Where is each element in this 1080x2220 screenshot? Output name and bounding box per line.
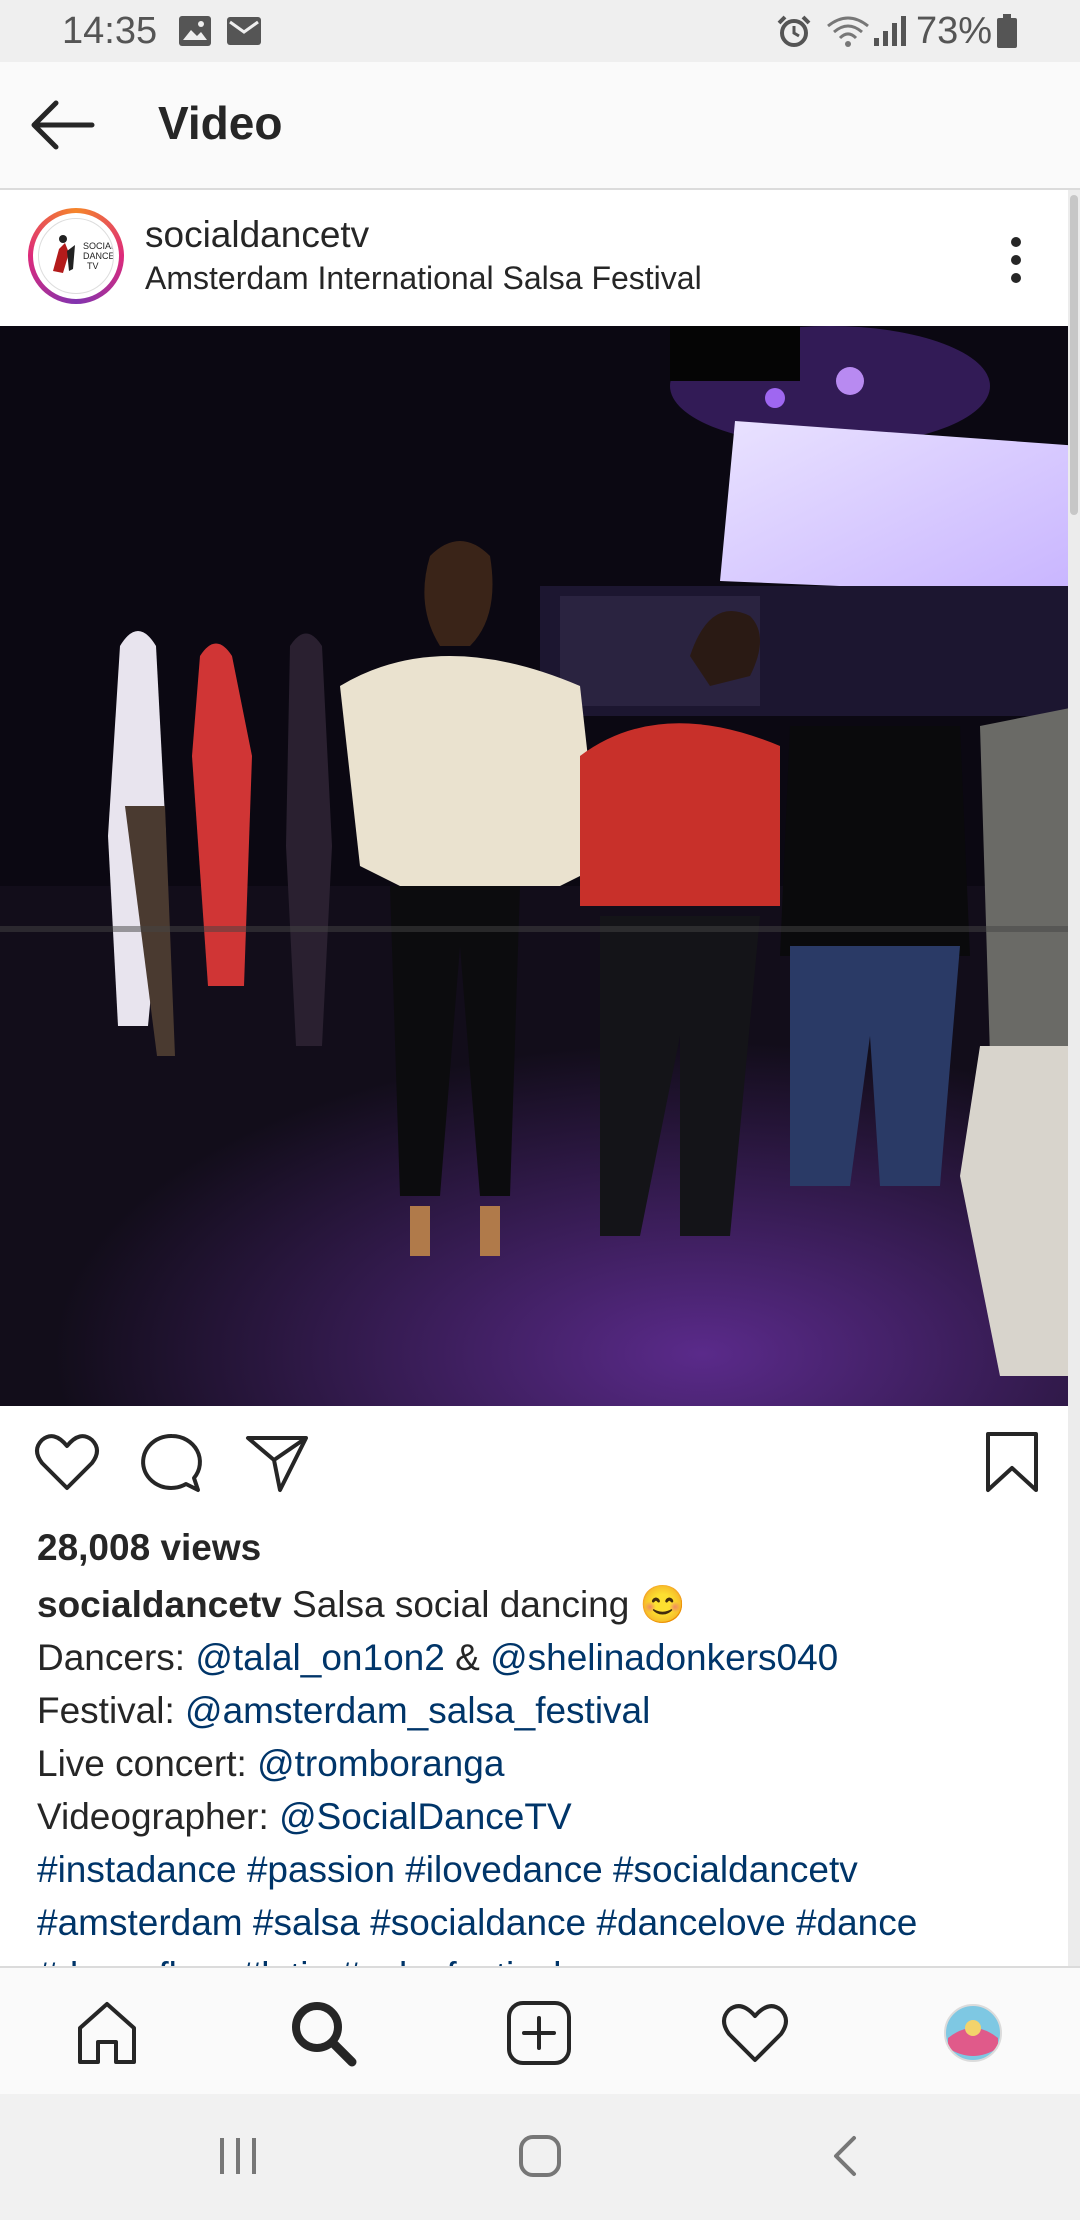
avatar[interactable]: SOCIAL DANCE TV (28, 208, 124, 304)
more-vertical-icon (1011, 237, 1021, 283)
social-dance-tv-logo: SOCIAL DANCE TV (38, 218, 114, 294)
nav-search[interactable] (288, 1998, 358, 2068)
back-chevron-icon[interactable] (824, 2134, 868, 2183)
nav-profile[interactable] (938, 1998, 1008, 2068)
logo-line-2: DANCE (83, 251, 113, 261)
arrow-left-icon (31, 100, 95, 150)
battery-percent: 73% (916, 10, 993, 52)
page-title: Video (158, 97, 283, 149)
nav-add-post[interactable] (504, 1998, 574, 2068)
recents-icon[interactable] (216, 2134, 260, 2183)
hashtags-line-1[interactable]: #instadance #passion #ilovedance #social… (37, 1843, 1047, 1896)
bookmark-icon[interactable] (982, 1430, 1042, 1499)
mention-dancer-1[interactable]: @talal_on1on2 (195, 1637, 444, 1678)
bottom-navigation (0, 1966, 1080, 2096)
caption-username[interactable]: socialdancetv (37, 1584, 282, 1625)
caption: socialdancetv Salsa social dancing 😊 Dan… (37, 1578, 1047, 2002)
mention-concert[interactable]: @tromboranga (257, 1743, 504, 1784)
festival-label: Festival: (37, 1690, 175, 1731)
status-time: 14:35 (62, 10, 158, 52)
caption-text: Salsa social dancing (292, 1584, 630, 1625)
mention-videographer[interactable]: @SocialDanceTV (279, 1796, 572, 1837)
activity-heart-icon (722, 2004, 788, 2062)
heart-icon[interactable] (34, 1432, 100, 1497)
nav-activity[interactable] (720, 1998, 790, 2068)
mail-icon (226, 14, 262, 57)
video-player[interactable] (0, 326, 1080, 1406)
wifi-icon (826, 14, 870, 60)
logo-line-1: SOCIAL (83, 241, 113, 251)
concert-label: Live concert: (37, 1743, 247, 1784)
image-icon (178, 14, 212, 57)
video-frame (0, 326, 1080, 1406)
logo-line-3: TV (87, 261, 99, 271)
dancers-label: Dancers: (37, 1637, 186, 1678)
alarm-icon (776, 14, 812, 60)
top-bar: Video (0, 62, 1080, 190)
post-location[interactable]: Amsterdam International Salsa Festival (145, 260, 702, 297)
view-count: 28,008 views (37, 1527, 262, 1568)
share-icon[interactable] (244, 1432, 310, 1499)
system-navigation (0, 2094, 1080, 2220)
mention-festival[interactable]: @amsterdam_salsa_festival (185, 1690, 650, 1731)
scrollbar-thumb[interactable] (1070, 195, 1078, 515)
home-button-icon[interactable] (518, 2134, 562, 2183)
profile-avatar (944, 2004, 1002, 2062)
signal-icon (872, 14, 908, 58)
more-options-button[interactable] (996, 232, 1036, 288)
battery-icon (996, 14, 1018, 58)
hashtags-line-2[interactable]: #amsterdam #salsa #socialdance #dancelov… (37, 1896, 1047, 1949)
add-post-icon (507, 2001, 571, 2065)
caption-emoji: 😊 (639, 1584, 686, 1625)
videographer-label: Videographer: (37, 1796, 269, 1837)
home-icon (78, 2002, 136, 2064)
back-button[interactable] (28, 97, 98, 153)
search-icon (292, 2002, 357, 2067)
post-header: SOCIAL DANCE TV socialdancetv Amsterdam … (0, 190, 1068, 326)
comment-icon[interactable] (140, 1432, 204, 1499)
status-bar: 14:35 73% (0, 0, 1080, 62)
nav-home[interactable] (72, 1998, 142, 2068)
mention-dancer-2[interactable]: @shelinadonkers040 (490, 1637, 838, 1678)
post-username[interactable]: socialdancetv (145, 214, 369, 256)
post-actions (0, 1406, 1080, 1526)
ampersand: & (455, 1637, 480, 1678)
